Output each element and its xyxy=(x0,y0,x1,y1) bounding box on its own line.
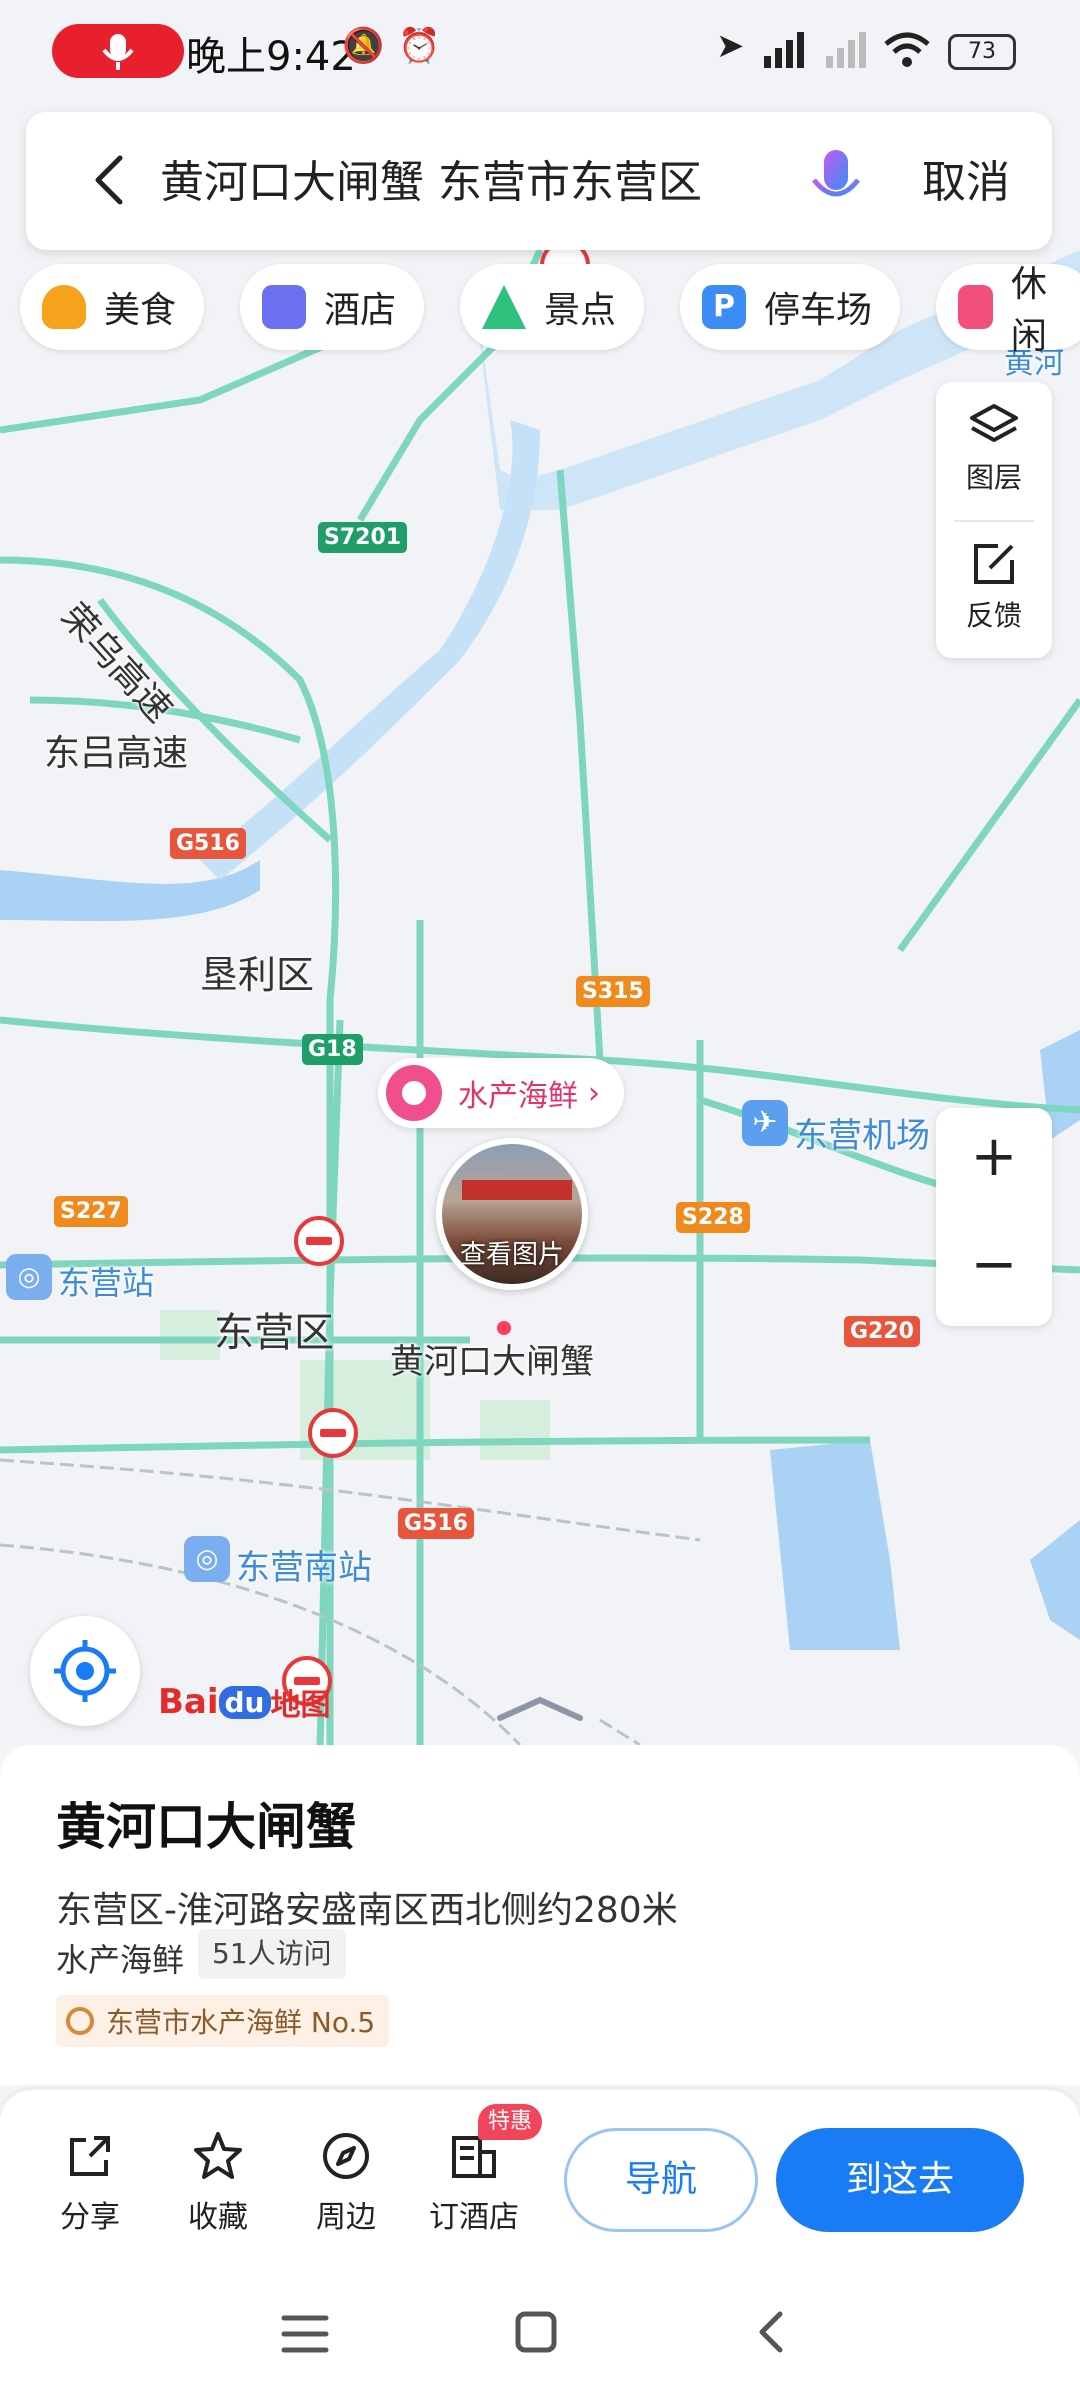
mute-icon: 🔕 xyxy=(342,26,385,66)
favorite-label: 收藏 xyxy=(188,2200,248,2235)
go-here-button[interactable]: 到这去 xyxy=(776,2128,1024,2232)
category-chip-leisure[interactable]: 休闲 xyxy=(936,264,1080,357)
road-shield-s227: S227 xyxy=(54,1196,128,1227)
layers-button[interactable]: 图层 xyxy=(936,400,1052,496)
parking-icon: P xyxy=(702,285,746,329)
zoom-out-button[interactable]: − xyxy=(936,1232,1052,1297)
edit-icon xyxy=(974,544,1014,584)
locate-button[interactable] xyxy=(30,1616,140,1726)
map-canvas[interactable]: 荣乌高速 东吕高速 垦利区 东营区 东营机场 ✈ 东营站 ◎ 东营南站 ◎ 黄河… xyxy=(0,0,1080,1745)
compass-icon xyxy=(323,2133,369,2179)
view-photo-label: 查看图片 xyxy=(459,1240,564,1270)
airport-label: 东营机场 xyxy=(794,1116,930,1156)
road-closure-icon xyxy=(308,1408,358,1458)
chip-label: 停车场 xyxy=(764,290,873,331)
cancel-button[interactable]: 取消 xyxy=(922,146,1010,210)
deal-badge: 特惠 xyxy=(478,2104,543,2140)
wifi-icon xyxy=(884,32,930,67)
poi-category-bubble[interactable]: 水产海鲜 › xyxy=(378,1058,624,1128)
rank-icon xyxy=(66,2007,94,2035)
book-hotel-button[interactable]: 订酒店 xyxy=(414,2130,534,2236)
share-label: 分享 xyxy=(60,2200,120,2235)
train-station-icon: ◎ xyxy=(6,1254,52,1300)
chip-label: 景点 xyxy=(544,290,617,331)
road-shield-g516: G516 xyxy=(398,1508,474,1539)
poi-map-name: 黄河口大闸蟹 xyxy=(390,1342,594,1382)
poi-category-label: 水产海鲜 xyxy=(458,1079,578,1114)
food-icon xyxy=(42,285,86,329)
recording-indicator[interactable] xyxy=(52,24,184,78)
seafood-icon xyxy=(386,1065,442,1121)
star-icon xyxy=(194,2132,242,2179)
nearby-label: 周边 xyxy=(316,2200,376,2235)
search-query[interactable]: 黄河口大闸蟹 东营市东营区 xyxy=(160,146,702,210)
microphone-icon xyxy=(102,34,134,70)
road-shield-s228: S228 xyxy=(676,1202,750,1233)
feedback-label: 反馈 xyxy=(965,599,1022,632)
chevron-up-icon[interactable] xyxy=(494,1694,586,1724)
road-label-donglv: 东吕高速 xyxy=(44,733,189,774)
signal-weak-icon xyxy=(826,32,866,68)
chevron-right-icon: › xyxy=(588,1075,600,1111)
district-label-kenli: 垦利区 xyxy=(200,953,315,997)
airport-icon: ✈ xyxy=(742,1100,788,1146)
road-shield-g220: G220 xyxy=(844,1316,920,1347)
back-icon[interactable] xyxy=(750,2310,794,2354)
place-info-card[interactable]: 黄河口大闸蟹 东营区-淮河路安盛南区西北侧约280米 水产海鲜 51人访问 东营… xyxy=(0,1745,1080,2085)
nearby-button[interactable]: 周边 xyxy=(286,2130,406,2236)
category-chip-parking[interactable]: P 停车场 xyxy=(680,264,901,350)
station-label: 东营站 xyxy=(58,1264,155,1302)
share-button[interactable]: 分享 xyxy=(30,2130,150,2236)
hotel-icon xyxy=(262,285,306,329)
train-station-icon: ◎ xyxy=(184,1536,230,1582)
category-chip-hotel[interactable]: 酒店 xyxy=(240,264,425,350)
category-chip-food[interactable]: 美食 xyxy=(20,264,205,350)
chip-label: 酒店 xyxy=(324,290,397,331)
map-tools-panel: 图层 反馈 xyxy=(936,382,1052,658)
layers-label: 图层 xyxy=(965,461,1022,494)
rank-label: 东营市水产海鲜 No.5 xyxy=(106,2006,376,2039)
place-title: 黄河口大闸蟹 xyxy=(56,1798,356,1856)
zoom-control: + − xyxy=(936,1108,1052,1326)
zoom-in-button[interactable]: + xyxy=(936,1124,1052,1189)
back-arrow-icon[interactable] xyxy=(86,152,136,208)
menu-icon[interactable] xyxy=(280,2312,330,2356)
rank-badge[interactable]: 东营市水产海鲜 No.5 xyxy=(56,1995,390,2047)
signal-icon xyxy=(764,32,804,68)
navigate-button[interactable]: 导航 xyxy=(564,2128,758,2232)
road-shield-g516: G516 xyxy=(170,828,246,859)
chip-label: 美食 xyxy=(104,290,177,331)
visits-badge: 51人访问 xyxy=(198,1929,346,1979)
chip-label: 休闲 xyxy=(1010,264,1047,357)
voice-search-icon[interactable] xyxy=(806,148,866,214)
gamepad-icon xyxy=(958,285,993,329)
road-shield-s7201: S7201 xyxy=(318,522,408,553)
battery-indicator: 73 xyxy=(948,34,1016,70)
baidu-map-logo: Bai du 地图 xyxy=(158,1682,331,1723)
road-shield-g18: G18 xyxy=(302,1034,363,1065)
mountain-icon xyxy=(482,285,526,329)
home-icon[interactable] xyxy=(514,2310,558,2354)
alarm-icon: ⏰ xyxy=(398,26,441,66)
status-time: 晚上9:42 xyxy=(186,34,356,80)
place-address: 东营区-淮河路安盛南区西北侧约280米 xyxy=(56,1890,678,1931)
road-shield-s315: S315 xyxy=(576,976,650,1007)
locate-icon xyxy=(54,1640,116,1702)
divider xyxy=(954,520,1034,522)
south-station-label: 东营南站 xyxy=(236,1548,372,1588)
district-label-dongying: 东营区 xyxy=(214,1310,334,1356)
location-arrow-icon: ➤ xyxy=(716,26,745,66)
road-closure-icon xyxy=(294,1216,344,1266)
category-chip-scenic[interactable]: 景点 xyxy=(460,264,645,350)
favorite-button[interactable]: 收藏 xyxy=(158,2130,278,2236)
feedback-button[interactable]: 反馈 xyxy=(936,538,1052,634)
share-icon xyxy=(70,2136,110,2176)
place-category: 水产海鲜 xyxy=(56,1941,185,1979)
layers-icon xyxy=(970,404,1018,442)
book-hotel-label: 订酒店 xyxy=(429,2200,519,2235)
search-bar[interactable]: 黄河口大闸蟹 东营市东营区 取消 xyxy=(26,112,1052,250)
poi-photo[interactable]: 查看图片 xyxy=(436,1138,588,1290)
